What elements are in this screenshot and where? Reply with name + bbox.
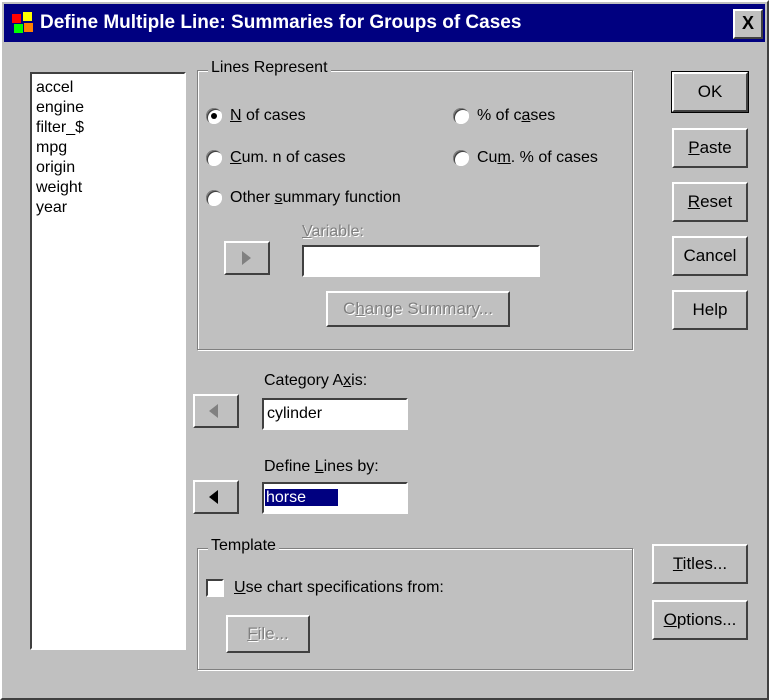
- dialog-title: Define Multiple Line: Summaries for Grou…: [40, 12, 522, 33]
- options-button[interactable]: Options...: [652, 600, 748, 640]
- cancel-button[interactable]: Cancel: [672, 236, 748, 276]
- radio-button[interactable]: [453, 108, 469, 124]
- radio-button[interactable]: [206, 190, 222, 206]
- template-legend: Template: [208, 537, 279, 555]
- list-item[interactable]: year: [36, 198, 184, 218]
- define-lines-move-button[interactable]: [193, 480, 239, 514]
- radio-label: % of cases: [477, 107, 556, 124]
- radio-button[interactable]: [206, 150, 222, 166]
- list-item[interactable]: mpg: [36, 138, 184, 158]
- define-multiple-line-dialog: Define Multiple Line: Summaries for Grou…: [0, 0, 769, 700]
- radio-label: Cum. n of cases: [230, 149, 346, 166]
- change-summary-button[interactable]: Change Summary...: [326, 291, 510, 327]
- category-axis-label: Category Axis:: [264, 372, 368, 389]
- arrow-right-icon: [242, 251, 251, 265]
- list-item[interactable]: accel: [36, 78, 184, 98]
- titles-button[interactable]: Titles...: [652, 544, 748, 584]
- radio-label: Other summary function: [230, 189, 401, 206]
- template-group: Template Use chart specifications from: …: [197, 537, 633, 670]
- radio-cum-percent-of-cases[interactable]: Cum. % of cases: [453, 149, 598, 167]
- help-button[interactable]: Help: [672, 290, 748, 330]
- radio-label: Cum. % of cases: [477, 149, 598, 166]
- lines-represent-group: Lines Represent N of cases % of cases Cu…: [197, 59, 633, 350]
- define-lines-by-label: Define Lines by:: [264, 458, 379, 475]
- list-item[interactable]: engine: [36, 98, 184, 118]
- list-item[interactable]: origin: [36, 158, 184, 178]
- list-item[interactable]: filter_$: [36, 118, 184, 138]
- close-icon: X: [741, 13, 754, 33]
- radio-cum-n-of-cases[interactable]: Cum. n of cases: [206, 149, 346, 167]
- variable-field[interactable]: [302, 245, 540, 277]
- radio-label: N of cases: [230, 107, 306, 124]
- paste-button[interactable]: Paste: [672, 128, 748, 168]
- radio-percent-of-cases[interactable]: % of cases: [453, 107, 555, 125]
- category-axis-field[interactable]: cylinder: [262, 398, 408, 430]
- category-axis-move-button[interactable]: [193, 394, 239, 428]
- reset-button[interactable]: Reset: [672, 182, 748, 222]
- variable-move-button: [224, 241, 270, 275]
- use-chart-spec-checkbox[interactable]: [206, 579, 224, 597]
- arrow-left-icon: [209, 490, 218, 504]
- lines-represent-legend: Lines Represent: [208, 59, 331, 77]
- title-bar[interactable]: Define Multiple Line: Summaries for Grou…: [4, 4, 765, 42]
- list-item[interactable]: weight: [36, 178, 184, 198]
- ok-button[interactable]: OK: [671, 71, 749, 113]
- define-lines-by-field[interactable]: horse: [262, 482, 408, 514]
- radio-n-of-cases[interactable]: N of cases: [206, 107, 306, 125]
- file-button[interactable]: File...: [226, 615, 310, 653]
- variable-list[interactable]: accel engine filter_$ mpg origin weight …: [30, 72, 186, 650]
- close-button[interactable]: X: [733, 9, 763, 39]
- radio-button[interactable]: [453, 150, 469, 166]
- use-chart-spec-label: Use chart specifications from:: [234, 579, 444, 596]
- radio-other-summary-function[interactable]: Other summary function: [206, 189, 401, 207]
- variable-label: Variable:: [302, 223, 364, 240]
- selected-value: horse: [263, 488, 340, 507]
- arrow-left-icon: [209, 404, 218, 418]
- spss-app-icon: [10, 10, 36, 36]
- radio-button-checked[interactable]: [206, 108, 222, 124]
